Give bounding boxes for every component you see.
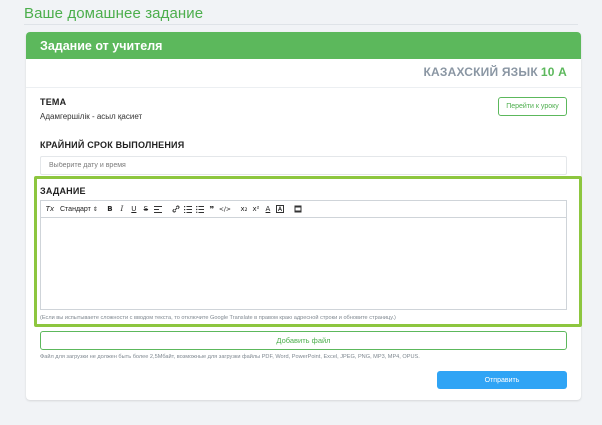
topic-label: ТЕМА xyxy=(40,97,67,107)
assignment-text-area[interactable] xyxy=(41,218,566,310)
link-icon[interactable] xyxy=(171,203,181,216)
deadline-label: КРАЙНИЙ СРОК ВЫПОЛНЕНИЯ xyxy=(40,140,185,150)
font-color-icon[interactable]: A xyxy=(263,203,273,216)
background-color-icon[interactable] xyxy=(275,203,285,216)
subject-name: КАЗАХСКИЙ ЯЗЫК xyxy=(423,65,538,79)
homework-card: Задание от учителя КАЗАХСКИЙ ЯЗЫК 10 А ТЕ… xyxy=(26,32,582,400)
add-file-button[interactable]: Добавить файл xyxy=(40,331,567,350)
title-divider xyxy=(24,24,578,25)
card-header: Задание от учителя xyxy=(26,32,581,59)
video-icon[interactable] xyxy=(293,203,303,216)
submit-button[interactable]: Отправить xyxy=(437,371,567,389)
code-icon[interactable]: </> xyxy=(219,203,231,216)
translate-hint: (Если вы испытываете сложности с вводом … xyxy=(40,315,396,321)
heading-select-value: Стандарт xyxy=(60,205,91,213)
rich-text-editor: Tx Стандарт ⇕ B I U S ❞ </> x₂ x² A xyxy=(40,200,567,310)
deadline-datetime-input[interactable] xyxy=(40,156,567,175)
blockquote-icon[interactable]: ❞ xyxy=(207,203,217,216)
subscript-icon[interactable]: x₂ xyxy=(239,203,249,216)
underline-icon[interactable]: U xyxy=(129,203,139,216)
class-grade: 10 А xyxy=(540,65,567,79)
goto-lesson-button[interactable]: Перейти к уроку xyxy=(498,97,567,116)
topic-value: Адамгершілік - асыл қасиет xyxy=(40,112,143,121)
subject-title: КАЗАХСКИЙ ЯЗЫК 10 А xyxy=(424,65,567,79)
bold-icon[interactable]: B xyxy=(105,203,115,216)
page-title: Ваше домашнее задание xyxy=(24,5,204,22)
clear-format-icon[interactable]: Tx xyxy=(45,203,55,216)
strikethrough-icon[interactable]: S xyxy=(141,203,151,216)
assignment-label: ЗАДАНИЕ xyxy=(40,186,86,196)
heading-select[interactable]: Стандарт ⇕ xyxy=(57,203,101,216)
clear-format-glyph: Tx xyxy=(45,205,55,213)
select-arrows-icon: ⇕ xyxy=(92,206,98,213)
bullet-list-icon[interactable] xyxy=(195,203,205,216)
header-divider xyxy=(26,87,581,88)
editor-toolbar: Tx Стандарт ⇕ B I U S ❞ </> x₂ x² A xyxy=(41,201,566,218)
upload-limits-text: Файл для загрузки не должен быть более 2… xyxy=(40,354,420,360)
italic-icon[interactable]: I xyxy=(117,203,127,216)
align-icon[interactable] xyxy=(153,203,163,216)
superscript-icon[interactable]: x² xyxy=(251,203,261,216)
ordered-list-icon[interactable] xyxy=(183,203,193,216)
